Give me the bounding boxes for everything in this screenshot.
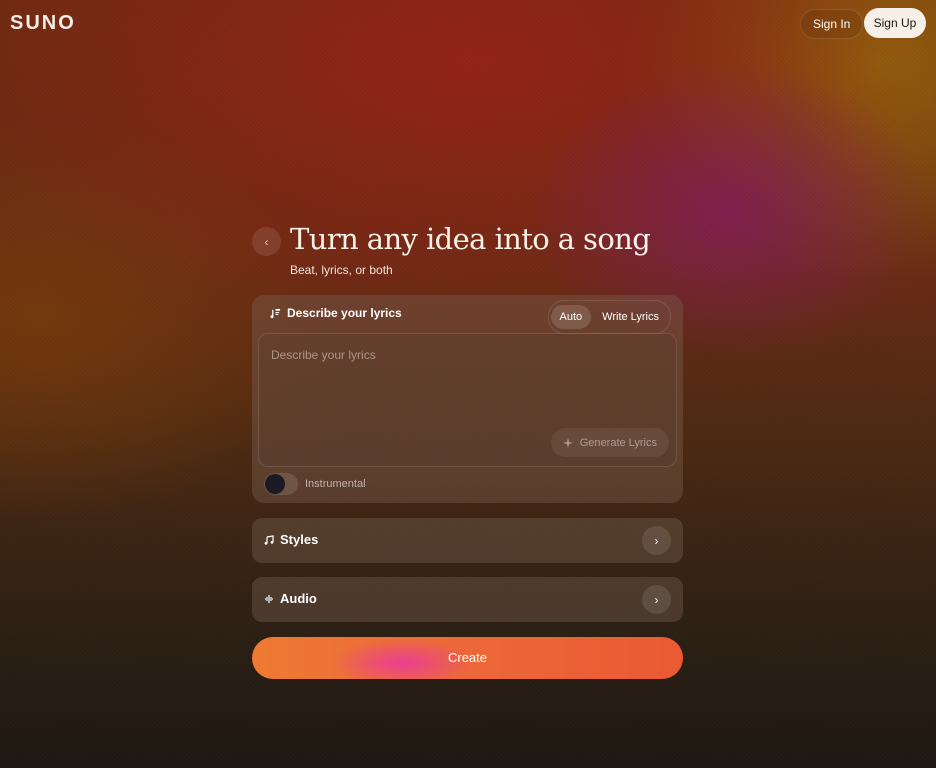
toggle-knob bbox=[265, 474, 285, 494]
audio-label: Audio bbox=[280, 591, 317, 606]
audio-expand-button[interactable]: › bbox=[642, 585, 671, 614]
instrumental-toggle[interactable] bbox=[264, 473, 298, 495]
lyrics-textarea[interactable]: Describe your lyrics Generate Lyrics bbox=[258, 333, 677, 467]
create-button[interactable]: Create bbox=[252, 637, 683, 679]
page-title: Turn any idea into a song bbox=[290, 222, 651, 256]
lyrics-card: Describe your lyrics Auto Write Lyrics D… bbox=[252, 295, 683, 503]
mode-write-lyrics-button[interactable]: Write Lyrics bbox=[593, 305, 668, 329]
chevron-left-icon: ‹ bbox=[264, 234, 269, 249]
styles-header: Styles bbox=[264, 532, 318, 547]
chevron-right-icon: › bbox=[654, 533, 659, 548]
instrumental-label: Instrumental bbox=[305, 478, 366, 490]
instrumental-control: Instrumental bbox=[264, 473, 366, 495]
styles-section[interactable]: Styles › bbox=[252, 518, 683, 563]
sign-in-button[interactable]: Sign In bbox=[800, 9, 864, 39]
suno-logo[interactable]: SUNO bbox=[10, 12, 76, 35]
generate-lyrics-button[interactable]: Generate Lyrics bbox=[550, 428, 669, 457]
back-button[interactable]: ‹ bbox=[252, 227, 281, 256]
music-note-icon bbox=[270, 308, 281, 318]
music-notes-icon bbox=[264, 534, 274, 545]
lyrics-card-header: Describe your lyrics bbox=[270, 306, 402, 320]
styles-expand-button[interactable]: › bbox=[642, 526, 671, 555]
page-subtitle: Beat, lyrics, or both bbox=[290, 263, 393, 277]
audio-header: Audio bbox=[264, 591, 317, 606]
lyrics-mode-toggle: Auto Write Lyrics bbox=[547, 300, 671, 334]
audio-section[interactable]: Audio › bbox=[252, 577, 683, 622]
lyrics-placeholder: Describe your lyrics bbox=[271, 348, 376, 362]
styles-label: Styles bbox=[280, 532, 319, 547]
audio-wave-icon bbox=[265, 594, 273, 603]
mode-auto-button[interactable]: Auto bbox=[550, 305, 592, 329]
chevron-right-icon: › bbox=[654, 592, 659, 607]
sign-up-button[interactable]: Sign Up bbox=[864, 8, 926, 38]
lyrics-card-label: Describe your lyrics bbox=[287, 306, 402, 320]
generate-lyrics-label: Generate Lyrics bbox=[579, 436, 657, 449]
sparkle-icon bbox=[562, 437, 573, 448]
